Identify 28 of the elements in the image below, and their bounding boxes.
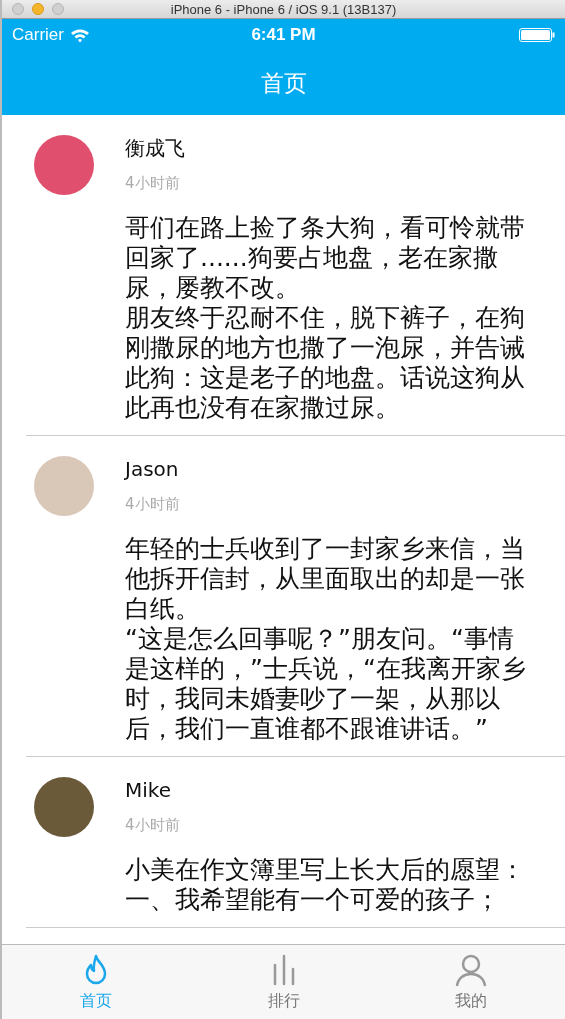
post-text: 小美在作文簿里写上长大后的愿望： <box>125 855 526 885</box>
tab-item[interactable]: 首页 <box>2 945 190 1019</box>
post-text: “这是怎么回事呢？”朋友问。“事情是这样的，”士兵说，“在我离开家乡时，我同未婚妻吵了一架，从那以后，我们一直谁都不跟谁讲话。” <box>125 624 527 744</box>
post-time: 4小时前 <box>125 815 181 835</box>
window-title: iPhone 6 - iPhone 6 / iOS 9.1 (13B137) <box>170 1 397 17</box>
minimize-button[interactable] <box>32 3 44 15</box>
avatar <box>34 777 94 837</box>
avatar <box>34 135 94 195</box>
status-time: 6:41 PM <box>251 25 316 45</box>
nav-title: 首页 <box>260 68 307 98</box>
post-time: 4小时前 <box>125 173 181 193</box>
post-text: 朋友终于忍耐不住，脱下裤子，在狗刚撒尿的地方也撒了一泡尿，并告诫此狗：这是老子的地盘。话说这狗从此再也没有在家撒过尿。 <box>125 303 526 423</box>
user-name: Mike <box>125 777 172 803</box>
post-text: 哥们在路上捡了条大狗，看可怜就带回家了......狗要占地盘，老在家撒尿，屡教不改。 <box>125 213 526 303</box>
post-time: 4小时前 <box>125 494 181 514</box>
person-icon <box>454 952 489 987</box>
avatar <box>34 456 94 516</box>
battery-icon <box>519 28 555 42</box>
wifi-icon <box>69 27 90 43</box>
post-text: 一、我希望能有一个可爱的孩子； <box>125 885 501 915</box>
tab-item[interactable]: 排行 <box>189 945 378 1019</box>
tab-item[interactable]: 我的 <box>377 945 565 1019</box>
user-name: Jason <box>125 456 180 482</box>
user-name: 衡成飞 <box>125 135 186 161</box>
zoom-button[interactable] <box>52 3 64 15</box>
carrier-label: Carrier <box>12 25 64 45</box>
post-text: 年轻的士兵收到了一封家乡来信，当他拆开信封，从里面取出的却是一张白纸。 <box>125 534 526 624</box>
close-button[interactable] <box>12 3 24 15</box>
